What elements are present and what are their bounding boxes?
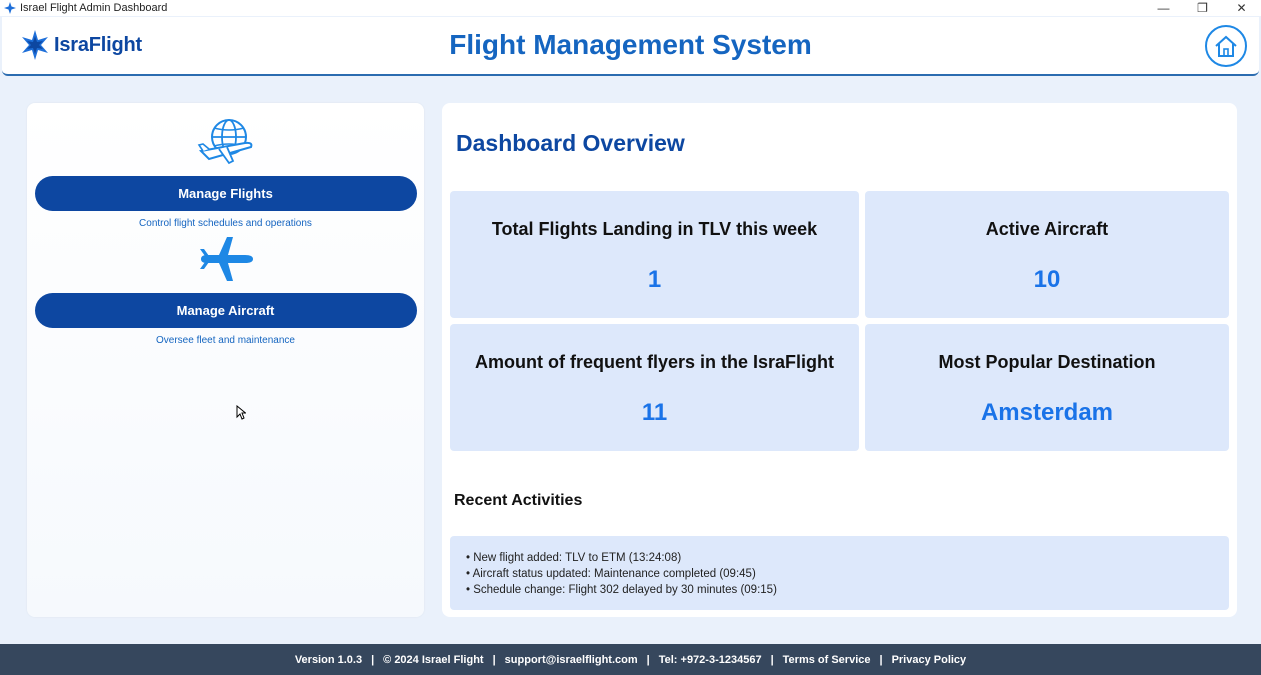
stat-label: Amount of frequent flyers in the IsraFli… xyxy=(474,352,834,372)
window-title: Israel Flight Admin Dashboard xyxy=(20,2,168,14)
dashboard-title: Dashboard Overview xyxy=(456,130,685,156)
manage-flights-description: Control flight schedules and operations xyxy=(139,218,312,229)
minimize-button[interactable]: — xyxy=(1144,0,1183,16)
airplane-icon xyxy=(199,237,253,281)
stat-card-flights-tlv: Total Flights Landing in TLV this week 1 xyxy=(450,191,859,318)
stat-card-active-aircraft: Active Aircraft 10 xyxy=(865,191,1229,318)
privacy-policy-link[interactable]: Privacy Policy xyxy=(892,654,967,666)
footer-separator: | xyxy=(492,653,496,666)
window-titlebar: Israel Flight Admin Dashboard — ❐ ✕ xyxy=(0,0,1261,16)
manage-aircraft-description: Oversee fleet and maintenance xyxy=(156,335,295,346)
stat-value: Amsterdam xyxy=(980,399,1114,426)
footer-support-email[interactable]: support@israelflight.com xyxy=(505,654,638,666)
footer-version: Version 1.0.3 xyxy=(294,653,363,666)
list-item: • New flight added: TLV to ETM (13:24:08… xyxy=(466,552,682,564)
stat-label: Most Popular Destination xyxy=(938,352,1156,372)
page-title: Flight Management System xyxy=(449,29,812,60)
dashboard-panel: Dashboard Overview Total Flights Landing… xyxy=(442,103,1237,617)
stat-card-popular-destination: Most Popular Destination Amsterdam xyxy=(865,324,1229,451)
restore-button[interactable]: ❐ xyxy=(1183,0,1222,16)
mouse-cursor-icon xyxy=(236,405,246,420)
recent-activities-list: • New flight added: TLV to ETM (13:24:08… xyxy=(450,536,1229,610)
sidebar-item-aircraft: Manage Aircraft Oversee fleet and mainte… xyxy=(27,234,424,346)
app-header: IsraFlight Flight Management System xyxy=(2,17,1259,76)
globe-plane-icon xyxy=(197,119,252,165)
manage-flights-button[interactable]: Manage Flights xyxy=(34,176,417,211)
list-item: • Schedule change: Flight 302 delayed by… xyxy=(466,584,777,596)
footer-separator: | xyxy=(879,653,883,666)
sidebar: Manage Flights Control flight schedules … xyxy=(27,103,424,617)
footer-separator: | xyxy=(371,653,375,666)
stat-value: 10 xyxy=(1033,266,1061,293)
terms-of-service-link[interactable]: Terms of Service xyxy=(783,654,871,666)
stat-value: 1 xyxy=(647,266,662,293)
app-logo-icon xyxy=(4,2,16,14)
home-icon xyxy=(1215,35,1237,57)
footer-separator: | xyxy=(770,653,774,666)
footer-copyright: © 2024 Israel Flight xyxy=(383,653,484,666)
stat-label: Total Flights Landing in TLV this week xyxy=(491,219,818,239)
home-button[interactable] xyxy=(1205,25,1247,67)
stat-value: 11 xyxy=(641,399,668,426)
manage-aircraft-button[interactable]: Manage Aircraft xyxy=(34,293,417,328)
close-button[interactable]: ✕ xyxy=(1222,0,1261,16)
footer-separator: | xyxy=(646,653,650,666)
list-item: • Aircraft status updated: Maintenance c… xyxy=(466,568,756,580)
footer-phone: Tel: +972-3-1234567 xyxy=(658,653,762,666)
app-footer: Version 1.0.3 | © 2024 Israel Flight | s… xyxy=(0,644,1261,675)
sidebar-item-flights: Manage Flights Control flight schedules … xyxy=(27,115,424,229)
stat-label: Active Aircraft xyxy=(985,219,1109,239)
recent-activities-title: Recent Activities xyxy=(454,492,583,509)
stat-card-frequent-flyers: Amount of frequent flyers in the IsraFli… xyxy=(450,324,859,451)
